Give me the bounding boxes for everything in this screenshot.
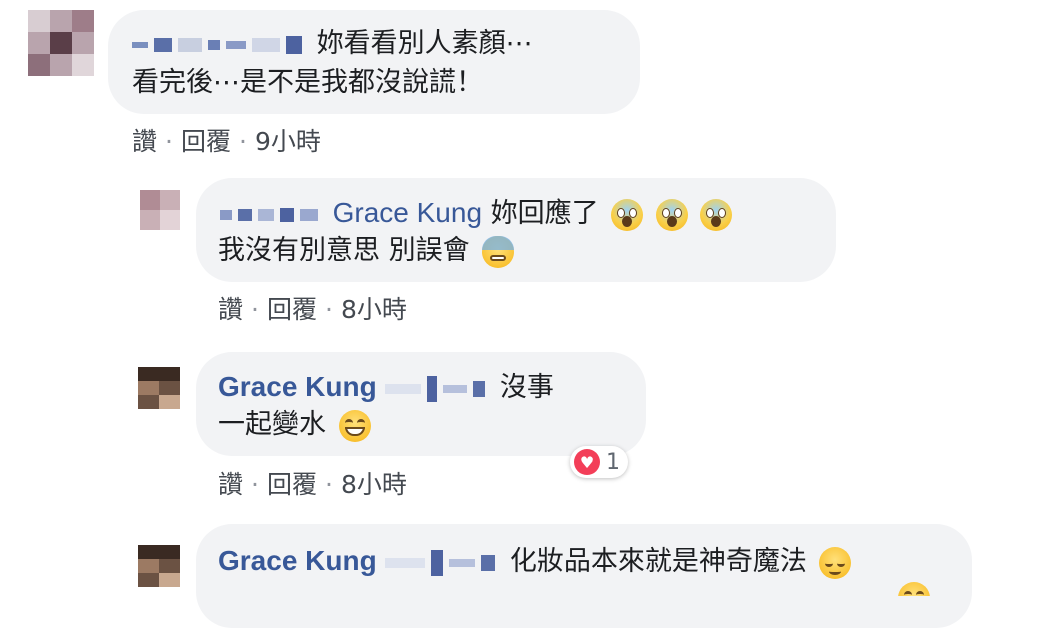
reaction-badge[interactable]: ♥ 1 [570,446,628,478]
screaming-face-icon [700,198,733,231]
comment-line-2: 看完後⋯是不是我都沒說謊！ [132,66,483,100]
separator-dot: · [251,470,259,499]
grinning-face-icon [338,409,371,442]
avatar[interactable] [140,190,180,230]
mention-link[interactable]: Grace Kung [333,197,482,228]
avatar[interactable] [28,10,94,76]
fearful-face-icon [482,235,515,268]
comment-actions: 讚 · 回覆 · 8小時 [218,465,407,501]
comment-actions: 讚 · 回覆 · 9小時 [132,122,321,158]
timestamp[interactable]: 8小時 [341,470,407,499]
screaming-face-icon [611,198,644,231]
timestamp[interactable]: 9小時 [255,127,321,156]
comment-text: 我沒有別意思 別誤會 [218,235,470,266]
like-link[interactable]: 讚 [132,127,157,156]
blurred-text [385,372,491,406]
separator-dot: · [165,127,173,156]
screaming-face-icon [655,198,688,231]
timestamp[interactable]: 8小時 [341,295,407,324]
reply-link[interactable]: 回覆 [267,470,317,499]
comment-line-1: Grace Kung 妳回應了 [220,196,733,232]
separator-dot: · [324,295,333,324]
comment-line-1: 妳看看別人素顏⋯ [132,27,533,62]
comment-text: 妳看看別人素顏⋯ [316,28,533,59]
author-name[interactable]: Grace Kung [218,545,377,576]
comment-line-2: 一起變水 [218,408,371,442]
separator-dot: · [238,127,247,156]
separator-dot: · [324,470,333,499]
like-link[interactable]: 讚 [218,295,243,324]
comment-line-1: Grace Kung 化妝品本來就是神奇魔法 [218,544,852,580]
blurred-author-name[interactable] [132,28,308,62]
grinning-face-icon [898,582,930,596]
separator-dot: · [251,295,259,324]
blurred-text [385,546,501,580]
reply-link[interactable]: 回覆 [267,295,317,324]
comment-actions: 讚 · 回覆 · 8小時 [218,290,407,326]
comment-text: 妳回應了 [490,198,599,229]
comment-line-1: Grace Kung 沒事 [218,370,554,406]
like-link[interactable]: 讚 [218,470,243,499]
comment-text: 看完後⋯是不是我都沒說謊！ [132,67,483,98]
comment-text: 一起變水 [218,409,326,440]
comment-text: 化妝品本來就是神奇魔法 [509,546,807,577]
reply-link[interactable]: 回覆 [181,127,231,156]
blurred-author-name[interactable] [220,198,324,232]
author-name[interactable]: Grace Kung [218,371,377,402]
comment-line-2: 我沒有別意思 別誤會 [218,234,515,268]
avatar[interactable] [138,367,180,409]
relieved-face-icon [819,546,852,579]
avatar[interactable] [138,545,180,587]
comment-text: 沒事 [499,372,554,403]
love-heart-icon: ♥ [574,449,600,475]
reaction-count: 1 [606,449,620,475]
